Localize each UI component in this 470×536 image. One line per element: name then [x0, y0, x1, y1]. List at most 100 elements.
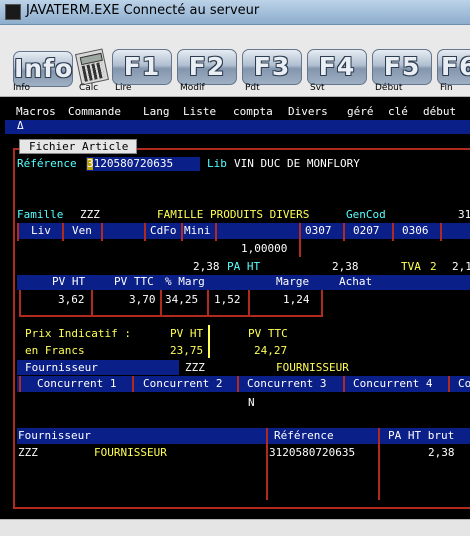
mini-field[interactable]: Mini [184, 224, 211, 238]
supplier-code[interactable]: ZZZ [185, 361, 205, 375]
sep [237, 376, 239, 392]
code-0207[interactable]: 0207 [353, 224, 380, 238]
menu-bar: Macros Commande Lang Liste compta Divers… [5, 105, 470, 119]
f6-key-label: F6 [441, 52, 470, 81]
code-0306[interactable]: 0306 [402, 224, 429, 238]
sep [17, 223, 19, 241]
indicative-pv-ht-label: PV HT [170, 327, 204, 340]
window-title: JAVATERM.EXE Connecté au serveur [26, 3, 260, 18]
reference-input[interactable]: 3120580720635 [87, 157, 173, 171]
pv-ttc-value[interactable]: 3,70 [129, 293, 156, 307]
f2-label: Modif [180, 83, 205, 93]
tab-concurrent-1[interactable]: Concurrent 1 [37, 377, 116, 391]
en-francs-label: en Francs [25, 344, 85, 357]
menu-divers[interactable]: Divers [288, 105, 328, 118]
tab-concurrent-5[interactable]: Co [458, 377, 470, 391]
lib-value[interactable]: VIN DUC DE MONFLORY [234, 157, 360, 171]
f6-label: Fin [440, 83, 453, 93]
tab-fichier-article[interactable]: Fichier Article [19, 139, 137, 154]
sep [19, 376, 21, 392]
table-sep [378, 428, 380, 500]
sep [144, 223, 146, 241]
status-bar [0, 519, 470, 536]
reference-label: Référence [17, 157, 77, 170]
row-pa-ht-brut: 2,38 [428, 446, 455, 459]
row-supplier-name: FOURNISSEUR [94, 446, 167, 459]
famille-code[interactable]: ZZZ [80, 208, 100, 222]
sep [392, 223, 394, 241]
cdfo-field[interactable]: CdFo [150, 224, 177, 238]
supplier-name: FOURNISSEUR [276, 361, 349, 374]
pct-marg-value[interactable]: 34,25 [165, 293, 198, 307]
app-icon [5, 4, 21, 20]
quantity-value[interactable]: 1,00000 [241, 242, 287, 256]
sep [207, 290, 209, 316]
tab-concurrent-4[interactable]: Concurrent 4 [353, 377, 432, 391]
gencod-value[interactable]: 31 [458, 208, 470, 222]
f4-label: Svt [310, 83, 325, 93]
tva-value[interactable]: 2 [430, 260, 437, 274]
sep [62, 223, 64, 241]
pv-ht-value[interactable]: 3,62 [58, 293, 85, 307]
sep [19, 290, 21, 316]
menu-cle[interactable]: clé [388, 105, 408, 118]
marge-value[interactable]: 1,24 [283, 293, 310, 307]
menu-debut[interactable]: début [423, 105, 456, 118]
f3-key-label: F3 [253, 52, 291, 81]
command-prompt-line[interactable]: Δ [5, 119, 470, 134]
menu-gere[interactable]: géré [347, 105, 374, 118]
sep [160, 290, 162, 316]
tab-concurrent-3[interactable]: Concurrent 3 [247, 377, 326, 391]
sep [343, 223, 345, 241]
f1-button[interactable]: F1 [112, 49, 172, 85]
ven-field[interactable]: Ven [72, 224, 92, 238]
competitor-value[interactable]: N [248, 396, 255, 410]
f5-button[interactable]: F5 [372, 49, 432, 85]
f6-button[interactable]: F6 [437, 49, 470, 85]
pa-ht-value-2: 2,38 [332, 260, 359, 273]
f3-label: Pdt [245, 83, 260, 93]
liv-field[interactable]: Liv [31, 224, 51, 238]
tab-concurrent-2[interactable]: Concurrent 2 [143, 377, 222, 391]
calc-label: Calc [79, 83, 99, 93]
supplier-label: Fournisseur [25, 361, 98, 374]
terminal-window: JAVATERM.EXE Connecté au serveur Info In… [0, 0, 470, 536]
pricing-bottom-line [19, 315, 323, 317]
menu-lang[interactable]: Lang [143, 105, 170, 118]
indicative-pv-ht-value: 23,75 [170, 344, 204, 357]
table-sep [266, 428, 268, 500]
pa-ht-label: PA HT [227, 260, 261, 273]
info-button[interactable]: Info [13, 51, 73, 87]
menu-commande[interactable]: Commande [68, 105, 121, 118]
prix-indicatif-label: Prix Indicatif : [25, 327, 131, 340]
tab-label: Fichier Article [29, 140, 129, 153]
lib-label: Lib [207, 157, 227, 170]
sep [91, 290, 93, 316]
marge-header: Marge [276, 275, 310, 288]
f4-key-label: F4 [318, 52, 356, 81]
tva-rate: 2,1 [452, 260, 470, 273]
gencod-label: GenCod [346, 208, 386, 221]
pa-ht-value: 2,38 [193, 260, 220, 273]
info-key-label: Info [14, 54, 74, 83]
calculator-icon[interactable] [74, 48, 110, 86]
f2-key-label: F2 [188, 52, 226, 81]
f5-label: Début [375, 83, 403, 93]
f2-button[interactable]: F2 [177, 49, 237, 85]
coef-value[interactable]: 1,52 [214, 293, 241, 307]
f4-button[interactable]: F4 [307, 49, 367, 85]
f3-button[interactable]: F3 [242, 49, 302, 85]
sep [321, 290, 323, 316]
title-bar: JAVATERM.EXE Connecté au serveur [0, 0, 470, 25]
code-0307[interactable]: 0307 [305, 224, 332, 238]
menu-liste[interactable]: Liste [183, 105, 216, 118]
famille-name: FAMILLE PRODUITS DIVERS [157, 208, 310, 221]
sep [132, 376, 134, 392]
menu-macros[interactable]: Macros [16, 105, 56, 118]
row-supplier-code: ZZZ [18, 446, 38, 459]
menu-compta[interactable]: compta [233, 105, 273, 118]
col-fournisseur: Fournisseur [18, 429, 91, 442]
sep [215, 223, 217, 241]
f1-label: Lire [115, 83, 132, 93]
famille-label: Famille [17, 208, 64, 221]
